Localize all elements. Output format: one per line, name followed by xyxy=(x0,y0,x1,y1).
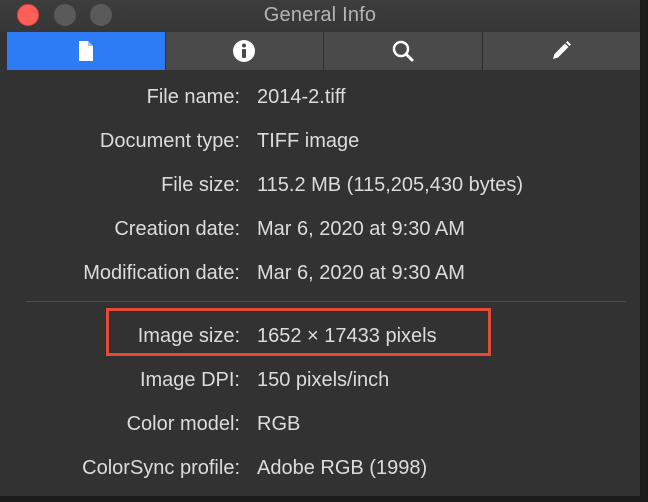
general-info-window: General Info File name: 2014-2.tiff Docu… xyxy=(0,0,641,497)
info-value: TIFF image xyxy=(257,130,360,152)
info-row-modification-date: Modification date: Mar 6, 2020 at 9:30 A… xyxy=(0,247,640,291)
image-size-highlight-box xyxy=(106,308,491,356)
info-row-image-dpi: Image DPI: 150 pixels/inch xyxy=(0,354,640,398)
info-row-creation-date: Creation date: Mar 6, 2020 at 9:30 AM xyxy=(0,203,640,247)
info-label: Modification date: xyxy=(83,262,240,284)
info-value: 115.2 MB (115,205,430 bytes) xyxy=(257,174,524,196)
info-label: File size: xyxy=(161,174,240,196)
info-label: Document type: xyxy=(99,130,240,152)
tab-general-info[interactable] xyxy=(7,32,166,70)
info-value: RGB xyxy=(257,413,301,435)
background-edge-bottom xyxy=(0,497,648,502)
info-row-color-model: Color model: RGB xyxy=(0,398,640,442)
info-row-file-size: File size: 115.2 MB (115,205,430 bytes) xyxy=(0,159,640,203)
background-edge-right xyxy=(641,0,648,502)
info-row-document-type: Document type: TIFF image xyxy=(0,115,640,159)
info-label: Color model: xyxy=(126,413,240,435)
tab-more-info[interactable] xyxy=(166,32,324,70)
pencil-icon xyxy=(549,39,573,63)
info-label: Creation date: xyxy=(114,218,240,240)
info-value: Mar 6, 2020 at 9:30 AM xyxy=(257,262,465,284)
inspector-tabs xyxy=(7,32,640,70)
info-value: 150 pixels/inch xyxy=(257,369,390,391)
window-title: General Info xyxy=(263,4,377,26)
info-value: 2014-2.tiff xyxy=(257,86,346,108)
tab-annotations[interactable] xyxy=(483,32,641,70)
tab-keywords[interactable] xyxy=(324,32,483,70)
info-label: Image DPI: xyxy=(139,369,240,391)
info-value: Mar 6, 2020 at 9:30 AM xyxy=(257,218,465,240)
document-icon xyxy=(77,40,95,62)
section-divider xyxy=(26,301,626,302)
search-icon xyxy=(391,39,415,63)
info-row-colorsync-profile: ColorSync profile: Adobe RGB (1998) xyxy=(0,442,640,486)
info-value: Adobe RGB (1998) xyxy=(257,457,428,479)
info-row-file-name: File name: 2014-2.tiff xyxy=(0,71,640,115)
info-label: File name: xyxy=(146,86,240,108)
info-label: ColorSync profile: xyxy=(82,457,240,479)
title-bar[interactable]: General Info xyxy=(0,0,640,32)
info-icon xyxy=(232,39,256,63)
